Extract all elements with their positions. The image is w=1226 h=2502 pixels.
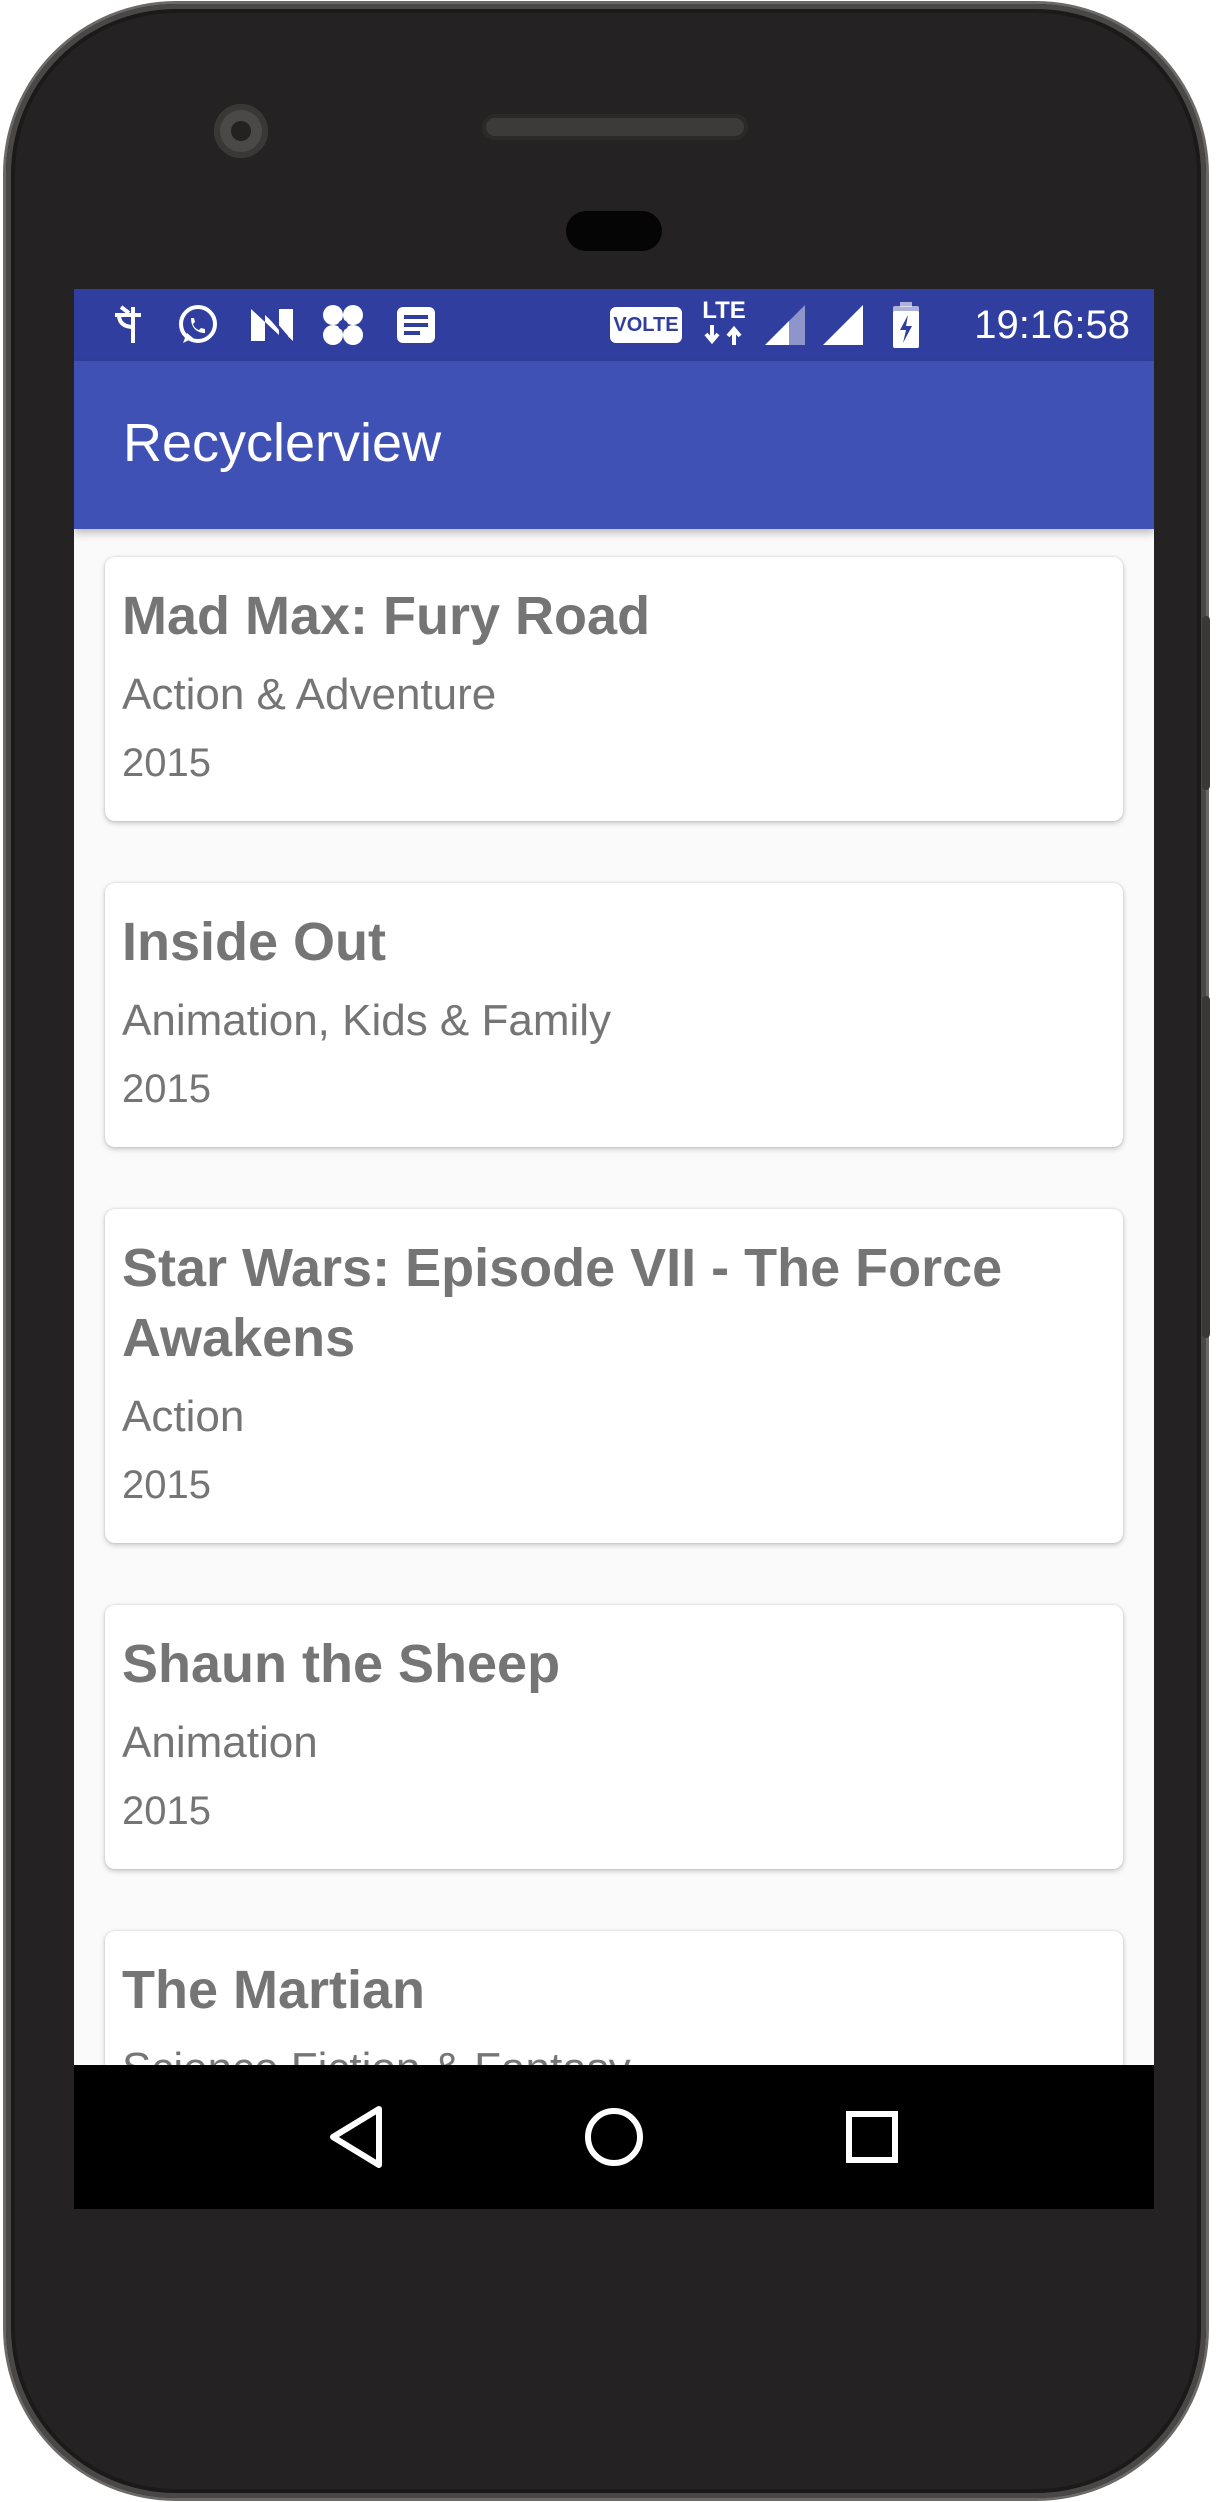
movie-card[interactable]: The Martian Science Fiction & Fantasy 20… (105, 1931, 1123, 2065)
movie-title: Shaun the Sheep (122, 1634, 561, 1694)
earpiece-speaker (482, 114, 748, 140)
movie-year: 2015 (122, 1789, 211, 1833)
phone-frame: VOLTE LTE 19:16:58 Recyclerview Mad Max:… (6, 4, 1210, 2498)
movie-title: The Martian (122, 1960, 426, 2020)
movie-title: Star Wars: Episode VII - The Force Awake… (122, 1238, 1003, 1368)
signal-icon-1 (762, 301, 808, 349)
back-icon[interactable] (314, 2095, 398, 2179)
movie-year: 2015 (122, 741, 211, 785)
home-icon[interactable] (572, 2095, 656, 2179)
movie-card[interactable]: Star Wars: Episode VII - The Force Awake… (105, 1209, 1123, 1543)
phone-screen: VOLTE LTE 19:16:58 Recyclerview Mad Max:… (74, 289, 1154, 2209)
front-camera (214, 104, 268, 158)
movie-card[interactable]: Mad Max: Fury Road Action & Adventure 20… (105, 557, 1123, 821)
movie-genre: Action (122, 1392, 245, 1441)
lte-data-icon: LTE (698, 299, 750, 351)
movie-card[interactable]: Shaun the Sheep Animation 2015 (105, 1605, 1123, 1869)
app-title: Recyclerview (123, 413, 442, 473)
phonepe-icon (108, 301, 148, 349)
battery-charging-icon (890, 301, 922, 349)
puzzle-app-icon (318, 301, 368, 349)
volte-icon: VOLTE (610, 307, 682, 343)
lte-label: LTE (702, 297, 746, 324)
movie-year: 2015 (122, 1463, 211, 1507)
movie-card[interactable]: Inside Out Animation, Kids & Family 2015 (105, 883, 1123, 1147)
movie-list[interactable]: Mad Max: Fury Road Action & Adventure 20… (74, 529, 1154, 2065)
n-app-icon (248, 301, 296, 349)
status-time: 19:16:58 (974, 303, 1130, 347)
navigation-bar (74, 2065, 1154, 2209)
movie-genre: Animation, Kids & Family (122, 996, 612, 1045)
recents-icon[interactable] (830, 2095, 914, 2179)
app-bar: Recyclerview (74, 361, 1154, 529)
proximity-sensor (566, 211, 662, 251)
power-button (1202, 616, 1210, 790)
message-icon (394, 301, 438, 349)
whatsapp-icon (174, 301, 222, 349)
movie-title: Mad Max: Fury Road (122, 586, 651, 646)
movie-genre: Animation (122, 1718, 318, 1767)
movie-genre: Action & Adventure (122, 670, 497, 719)
signal-icon-2 (820, 301, 866, 349)
movie-year: 2015 (122, 1067, 211, 1111)
volume-button (1202, 996, 1210, 1338)
movie-genre: Science Fiction & Fantasy (122, 2041, 631, 2065)
movie-title: Inside Out (122, 912, 387, 972)
status-bar: VOLTE LTE 19:16:58 (74, 289, 1154, 361)
